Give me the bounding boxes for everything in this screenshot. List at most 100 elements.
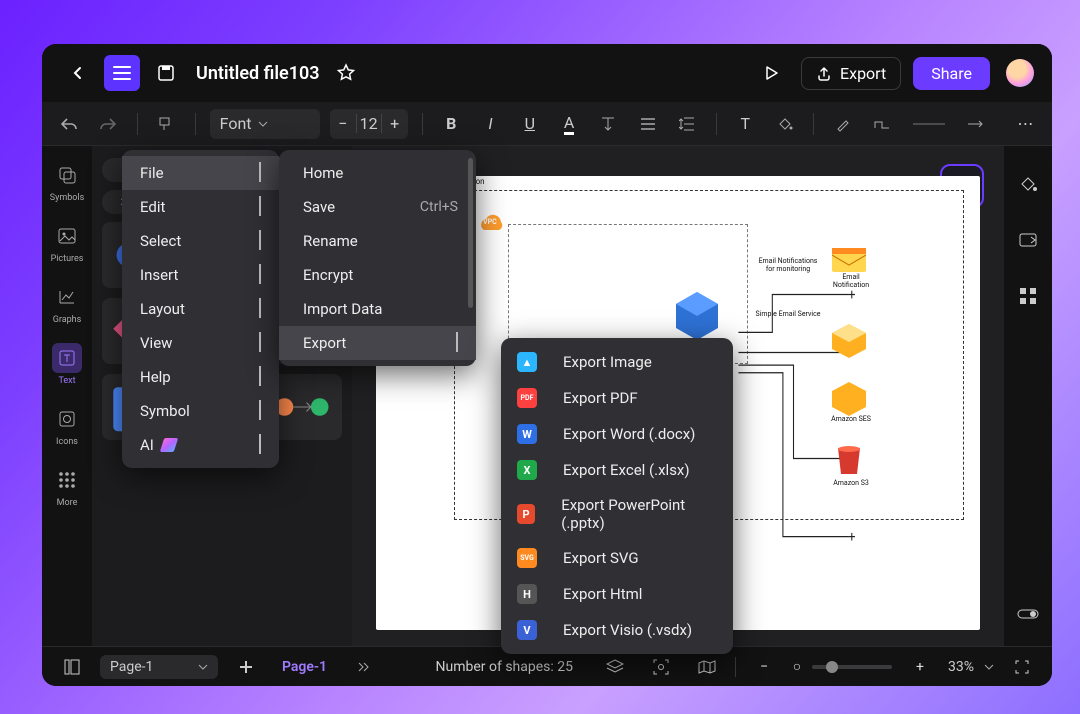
leftrail-more[interactable]: More xyxy=(42,465,92,508)
text-icon xyxy=(52,343,82,373)
menu-item-home[interactable]: Home xyxy=(279,156,476,190)
export-option[interactable]: PExport PowerPoint (.pptx) xyxy=(501,488,733,540)
main-menu[interactable]: File Edit SelectInsertLayoutView Help Symbol… xyxy=(122,150,279,468)
ses2-icon xyxy=(832,382,866,420)
export-option[interactable]: ▲Export Image xyxy=(501,344,733,380)
export-option-label: Export PDF xyxy=(563,389,638,407)
more-format-button[interactable]: ⋯ xyxy=(1011,107,1040,141)
menu-item-symbol[interactable]: Symbol xyxy=(122,394,279,428)
user-avatar[interactable] xyxy=(1006,59,1034,87)
menu-item-view[interactable]: View xyxy=(122,326,279,360)
export-option[interactable]: SVGExport SVG xyxy=(501,540,733,576)
font-family-select[interactable]: Font xyxy=(210,109,320,139)
email-icon xyxy=(832,248,866,276)
page-tab[interactable]: Page-1 xyxy=(274,659,335,675)
menu-item-import-data[interactable]: Import Data xyxy=(279,292,476,326)
grid-apps-button[interactable] xyxy=(1010,278,1046,314)
format-painter-button[interactable] xyxy=(151,107,180,141)
leftrail-text[interactable]: Text xyxy=(42,343,92,386)
chevron-right-icon xyxy=(259,266,261,284)
undo-button[interactable] xyxy=(54,107,83,141)
fill-color-button[interactable] xyxy=(770,107,799,141)
export-option[interactable]: HExport Html xyxy=(501,576,733,612)
menu-item-label: Save xyxy=(303,198,335,216)
scrollbar-thumb[interactable] xyxy=(468,158,473,308)
page-select[interactable]: Page-1 xyxy=(100,655,218,679)
export-option[interactable]: WExport Word (.docx) xyxy=(501,416,733,452)
export-option-label: Export Html xyxy=(563,585,642,603)
font-size-value: 12 xyxy=(356,114,382,133)
text-tool-button[interactable]: T xyxy=(731,107,760,141)
zoom-in-button[interactable]: + xyxy=(902,649,938,685)
chevron-right-icon xyxy=(259,368,261,386)
save-icon[interactable] xyxy=(148,55,184,91)
font-size-plus[interactable]: + xyxy=(382,114,408,133)
menu-item-encrypt[interactable]: Encrypt xyxy=(279,258,476,292)
export-option-label: Export Word (.docx) xyxy=(563,425,695,443)
hamburger-menu-button[interactable] xyxy=(104,55,140,91)
fullscreen-button[interactable] xyxy=(1004,649,1040,685)
export-option[interactable]: PDFExport PDF xyxy=(501,380,733,416)
menu-item-insert[interactable]: Insert xyxy=(122,258,279,292)
export-option[interactable]: XExport Excel (.xlsx) xyxy=(501,452,733,488)
menu-item-ai[interactable]: AI xyxy=(122,428,279,462)
menu-item-save[interactable]: SaveCtrl+S xyxy=(279,190,476,224)
menu-item-file[interactable]: File xyxy=(122,156,279,190)
leftrail-graphs[interactable]: Graphs xyxy=(42,282,92,325)
leftrail-pictures[interactable]: Pictures xyxy=(42,221,92,264)
menu-item-help[interactable]: Help xyxy=(122,360,279,394)
zoom-out-button[interactable]: − xyxy=(746,649,782,685)
font-color-button[interactable]: A xyxy=(554,107,583,141)
text-vertical-align-button[interactable] xyxy=(594,107,623,141)
menu-item-label: Import Data xyxy=(303,300,382,318)
bold-button[interactable]: B xyxy=(437,107,466,141)
leftrail-icons[interactable]: Icons xyxy=(42,404,92,447)
page-layout-icon[interactable] xyxy=(54,649,90,685)
line-style-select[interactable] xyxy=(913,123,946,125)
file-title[interactable]: Untitled file103 xyxy=(196,63,320,84)
file-type-icon: V xyxy=(517,620,537,640)
settings-toggle-button[interactable] xyxy=(1010,596,1046,632)
page-tabs-more-button[interactable] xyxy=(345,649,381,685)
menu-item-label: Help xyxy=(140,368,171,386)
export-submenu[interactable]: ▲Export ImagePDFExport PDFWExport Word (… xyxy=(501,338,733,654)
menu-item-label: Edit xyxy=(140,198,165,216)
font-size-minus[interactable]: − xyxy=(330,114,356,133)
italic-button[interactable]: I xyxy=(476,107,505,141)
arrow-style-button[interactable] xyxy=(961,107,990,141)
underline-button[interactable]: U xyxy=(515,107,544,141)
connector-tool-button[interactable] xyxy=(867,107,896,141)
export-button[interactable]: Export xyxy=(801,57,901,90)
star-favorite-icon[interactable] xyxy=(328,55,364,91)
pen-tool-button[interactable] xyxy=(828,107,857,141)
leftrail-symbols[interactable]: Symbols xyxy=(42,160,92,203)
panel-toggle-button[interactable] xyxy=(1010,222,1046,258)
theme-fill-button[interactable] xyxy=(1010,166,1046,202)
rds-icon xyxy=(676,292,718,344)
export-label: Export xyxy=(840,64,886,83)
page-select-label: Page-1 xyxy=(110,659,153,675)
ai-icon xyxy=(160,438,179,452)
zoom-dropdown-icon[interactable] xyxy=(984,664,994,670)
back-button[interactable] xyxy=(60,55,96,91)
font-size-select[interactable]: − 12 + xyxy=(330,109,408,139)
export-option[interactable]: VExport Visio (.vsdx) xyxy=(501,612,733,648)
menu-item-layout[interactable]: Layout xyxy=(122,292,279,326)
play-present-button[interactable] xyxy=(753,55,789,91)
export-option-label: Export Image xyxy=(563,353,652,371)
s3-label: Amazon S3 xyxy=(826,480,876,488)
zoom-slider[interactable] xyxy=(812,665,892,669)
file-submenu[interactable]: HomeSaveCtrl+SRenameEncrypt Import Data Ex… xyxy=(279,150,476,366)
menu-item-select[interactable]: Select xyxy=(122,224,279,258)
add-page-button[interactable] xyxy=(228,649,264,685)
share-button[interactable]: Share xyxy=(913,57,990,90)
line-spacing-button[interactable] xyxy=(672,107,701,141)
redo-button[interactable] xyxy=(93,107,122,141)
chevron-right-icon xyxy=(259,436,261,454)
menu-item-rename[interactable]: Rename xyxy=(279,224,476,258)
menu-item-export[interactable]: Export xyxy=(279,326,476,360)
menu-item-edit[interactable]: Edit xyxy=(122,190,279,224)
font-family-label: Font xyxy=(220,114,252,133)
text-align-button[interactable] xyxy=(633,107,662,141)
ses-label: Simple Email Service xyxy=(748,311,828,319)
